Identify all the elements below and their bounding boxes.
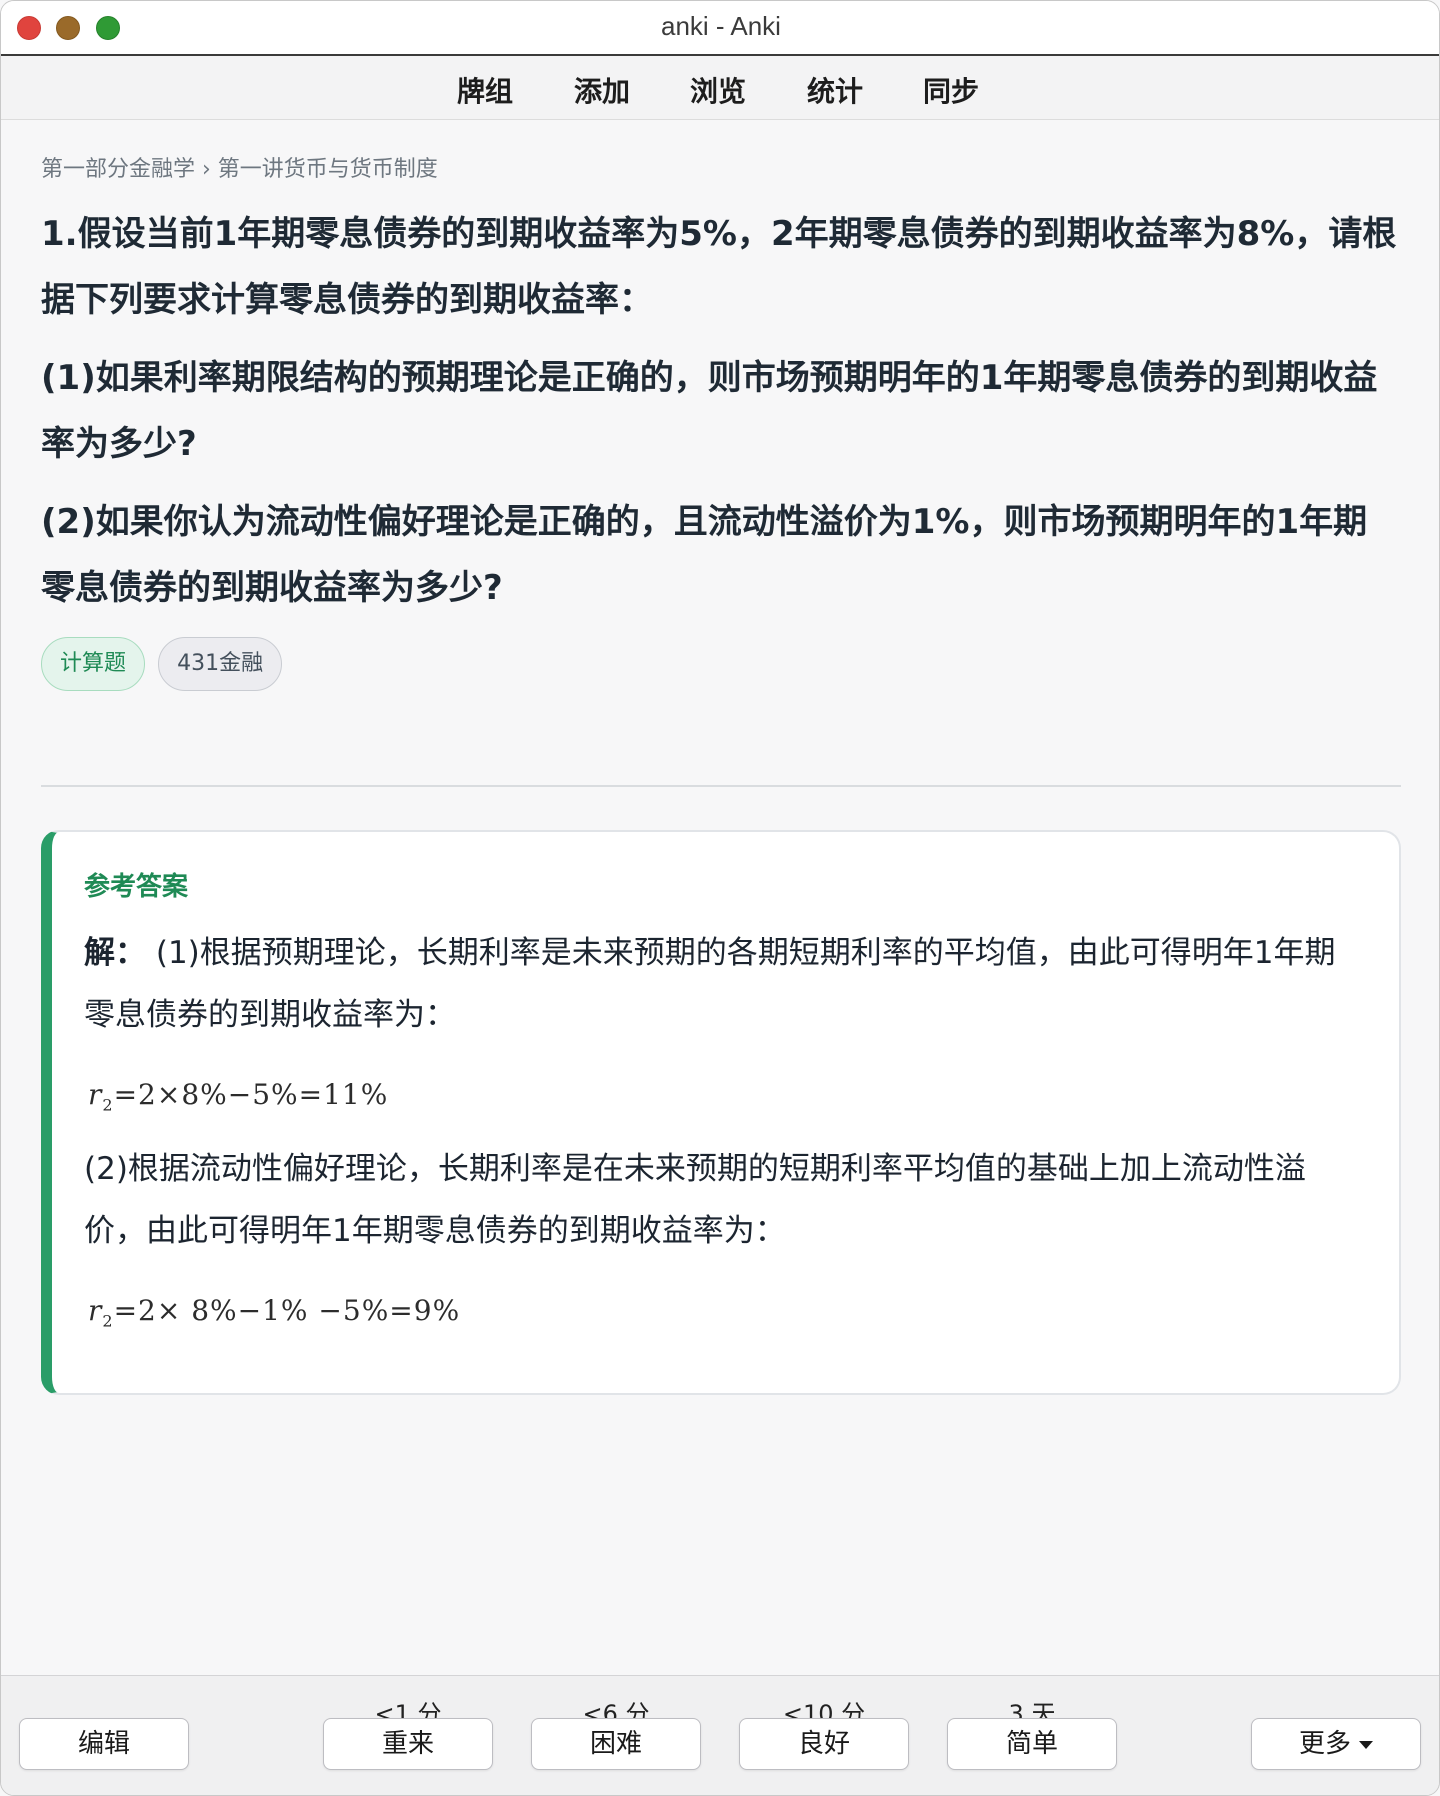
good-button[interactable]: 良好 <box>739 1718 909 1770</box>
again-button[interactable]: 重来 <box>323 1718 493 1770</box>
question-paragraph: (1)如果利率期限结构的预期理论是正确的，则市场预期明年的1年期零息债券的到期收… <box>41 358 1378 464</box>
answer-card: 参考答案 解： (1)根据预期理论，长期利率是未来预期的各期短期利率的平均值，由… <box>41 830 1401 1395</box>
question-paragraph: 1.假设当前1年期零息债券的到期收益率为5%，2年期零息债券的到期收益率为8%，… <box>41 214 1397 320</box>
formula-2: r2=2× 8%−1% −5%=9% <box>88 1280 1365 1342</box>
more-label: 更多 <box>1298 1729 1351 1759</box>
toolbar-add[interactable]: 添加 <box>574 70 630 110</box>
toolbar-sync[interactable]: 同步 <box>923 70 979 110</box>
tag[interactable]: 计算题 <box>41 637 146 691</box>
card-content: 第一部分金融学 › 第一讲货币与货币制度 1.假设当前1年期零息债券的到期收益率… <box>41 151 1401 693</box>
easy-button[interactable]: 简单 <box>947 1718 1117 1770</box>
question-paragraph: (2)如果你认为流动性偏好理论是正确的，且流动性溢价为1%，则市场预期明年的1年… <box>41 502 1368 608</box>
window-title: anki - Anki <box>661 11 781 41</box>
review-bottom-bar: 编辑 <1 分 重来 <6 分 困难 <10 分 良好 3 天 简单 更多 <box>1 1675 1439 1795</box>
caret-down-icon <box>1359 1740 1373 1749</box>
question: 1.假设当前1年期零息债券的到期收益率为5%，2年期零息债券的到期收益率为8%，… <box>41 201 1401 621</box>
main-toolbar: 牌组 添加 浏览 统计 同步 <box>1 56 1439 120</box>
more-button[interactable]: 更多 <box>1251 1718 1421 1770</box>
hard-button[interactable]: 困难 <box>531 1718 701 1770</box>
divider <box>41 785 1401 787</box>
edit-button[interactable]: 编辑 <box>19 1718 189 1770</box>
anki-window: anki - Anki 牌组 添加 浏览 统计 同步 第一部分金融学 › 第一讲… <box>0 0 1440 1796</box>
formula-variable: r <box>88 1078 103 1111</box>
title-bar: anki - Anki <box>1 1 1439 56</box>
formula-1: r2=2×8%−5%=11% <box>88 1064 1365 1126</box>
toolbar-decks[interactable]: 牌组 <box>457 70 513 110</box>
formula-expression: =2×8%−5%=11% <box>113 1078 389 1111</box>
answer-lead: 解： <box>84 935 146 971</box>
tag[interactable]: 431金融 <box>158 637 283 691</box>
deck-breadcrumb: 第一部分金融学 › 第一讲货币与货币制度 <box>41 157 438 182</box>
toolbar-browse[interactable]: 浏览 <box>690 70 746 110</box>
formula-subscript: 2 <box>102 1095 114 1115</box>
toolbar-stats[interactable]: 统计 <box>807 70 863 110</box>
answer-part1-text: (1)根据预期理论，长期利率是未来预期的各期短期利率的平均值，由此可得明年1年期… <box>84 935 1336 1033</box>
answer-heading: 参考答案 <box>84 872 189 902</box>
tag-list: 计算题 431金融 <box>41 637 1401 693</box>
formula-variable: r <box>88 1294 103 1327</box>
answer-part1: 解： (1)根据预期理论，长期利率是未来预期的各期短期利率的平均值，由此可得明年… <box>84 922 1365 1046</box>
formula-subscript: 2 <box>102 1311 114 1331</box>
formula-expression: =2× 8%−1% −5%=9% <box>113 1294 461 1327</box>
answer-part2: (2)根据流动性偏好理论，长期利率是在未来预期的短期利率平均值的基础上加上流动性… <box>84 1151 1306 1249</box>
